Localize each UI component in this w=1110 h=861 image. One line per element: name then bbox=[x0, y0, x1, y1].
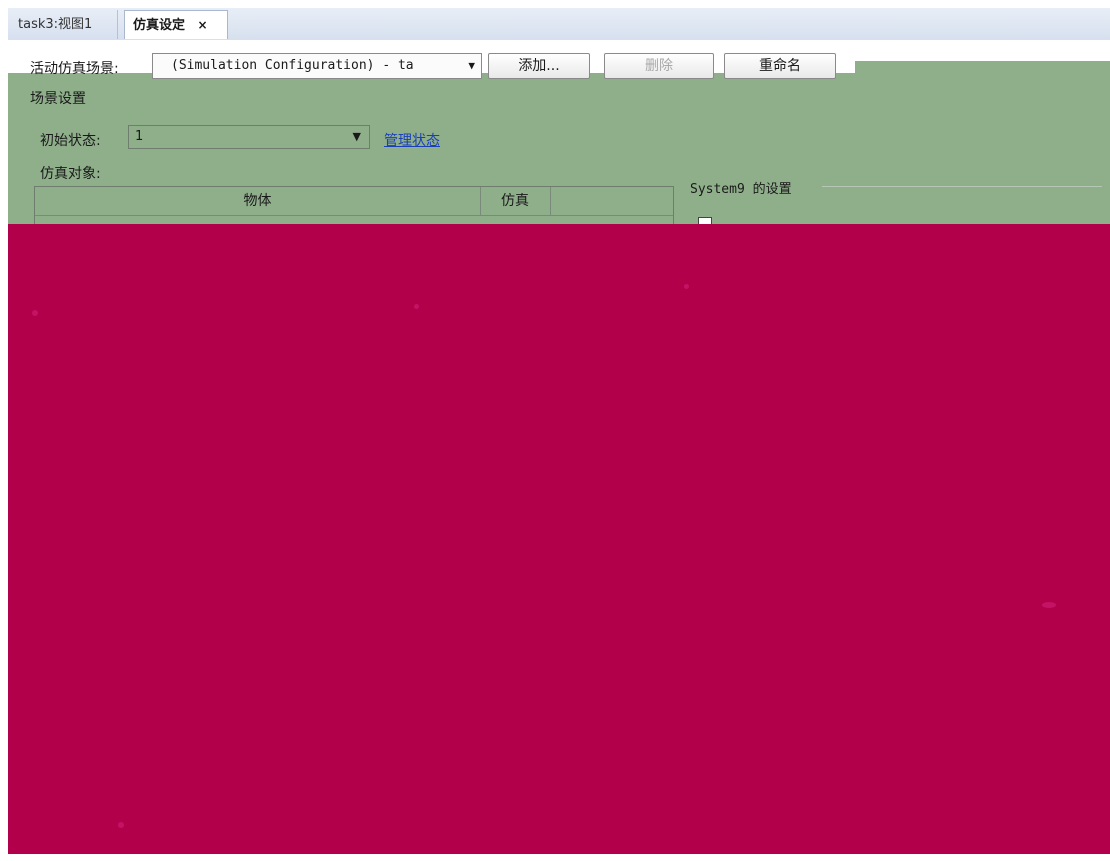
column-header-simulate[interactable]: 仿真 bbox=[480, 187, 551, 215]
rename-scene-button[interactable]: 重命名 bbox=[724, 53, 836, 79]
active-scene-dropdown[interactable]: (Simulation Configuration) - ta ▼ bbox=[152, 53, 482, 79]
table-header: 物体 仿真 bbox=[35, 187, 673, 216]
overlay-speck bbox=[32, 310, 38, 316]
overlay-speck bbox=[118, 822, 124, 828]
system-settings-title: System9 的设置 bbox=[690, 182, 792, 197]
tab-label: 仿真设定 bbox=[133, 18, 186, 33]
initial-state-label: 初始状态: bbox=[40, 133, 101, 149]
tab-label: task3:视图1 bbox=[18, 17, 93, 32]
initial-state-dropdown[interactable]: 1 ▼ bbox=[128, 125, 370, 149]
obscuring-overlay bbox=[8, 224, 1110, 854]
manage-states-link[interactable]: 管理状态 bbox=[384, 130, 440, 150]
tab-task3-view1[interactable]: task3:视图1 bbox=[10, 10, 118, 39]
active-scene-label: 活动仿真场景: bbox=[30, 61, 119, 77]
add-scene-button[interactable]: 添加... bbox=[488, 53, 590, 79]
delete-scene-button[interactable]: 删除 bbox=[604, 53, 714, 79]
tab-simulation-settings[interactable]: 仿真设定 × bbox=[124, 10, 228, 39]
initial-state-value: 1 bbox=[135, 129, 144, 144]
scene-settings-title: 场景设置 bbox=[30, 91, 86, 107]
document-tab-bar: task3:视图1 仿真设定 × bbox=[8, 8, 1110, 41]
sim-objects-label: 仿真对象: bbox=[40, 166, 101, 182]
active-scene-value: (Simulation Configuration) - ta bbox=[171, 58, 414, 73]
overlay-speck bbox=[684, 284, 689, 289]
close-icon[interactable]: × bbox=[198, 18, 208, 32]
dropdown-arrow-icon: ▼ bbox=[352, 130, 361, 143]
group-divider bbox=[822, 186, 1102, 187]
dropdown-arrow-icon: ▼ bbox=[468, 59, 475, 72]
overlay-speck bbox=[414, 304, 419, 309]
overlay-speck bbox=[1042, 602, 1056, 608]
column-header-object[interactable]: 物体 bbox=[35, 187, 481, 215]
toolbar-strip bbox=[855, 61, 1110, 73]
